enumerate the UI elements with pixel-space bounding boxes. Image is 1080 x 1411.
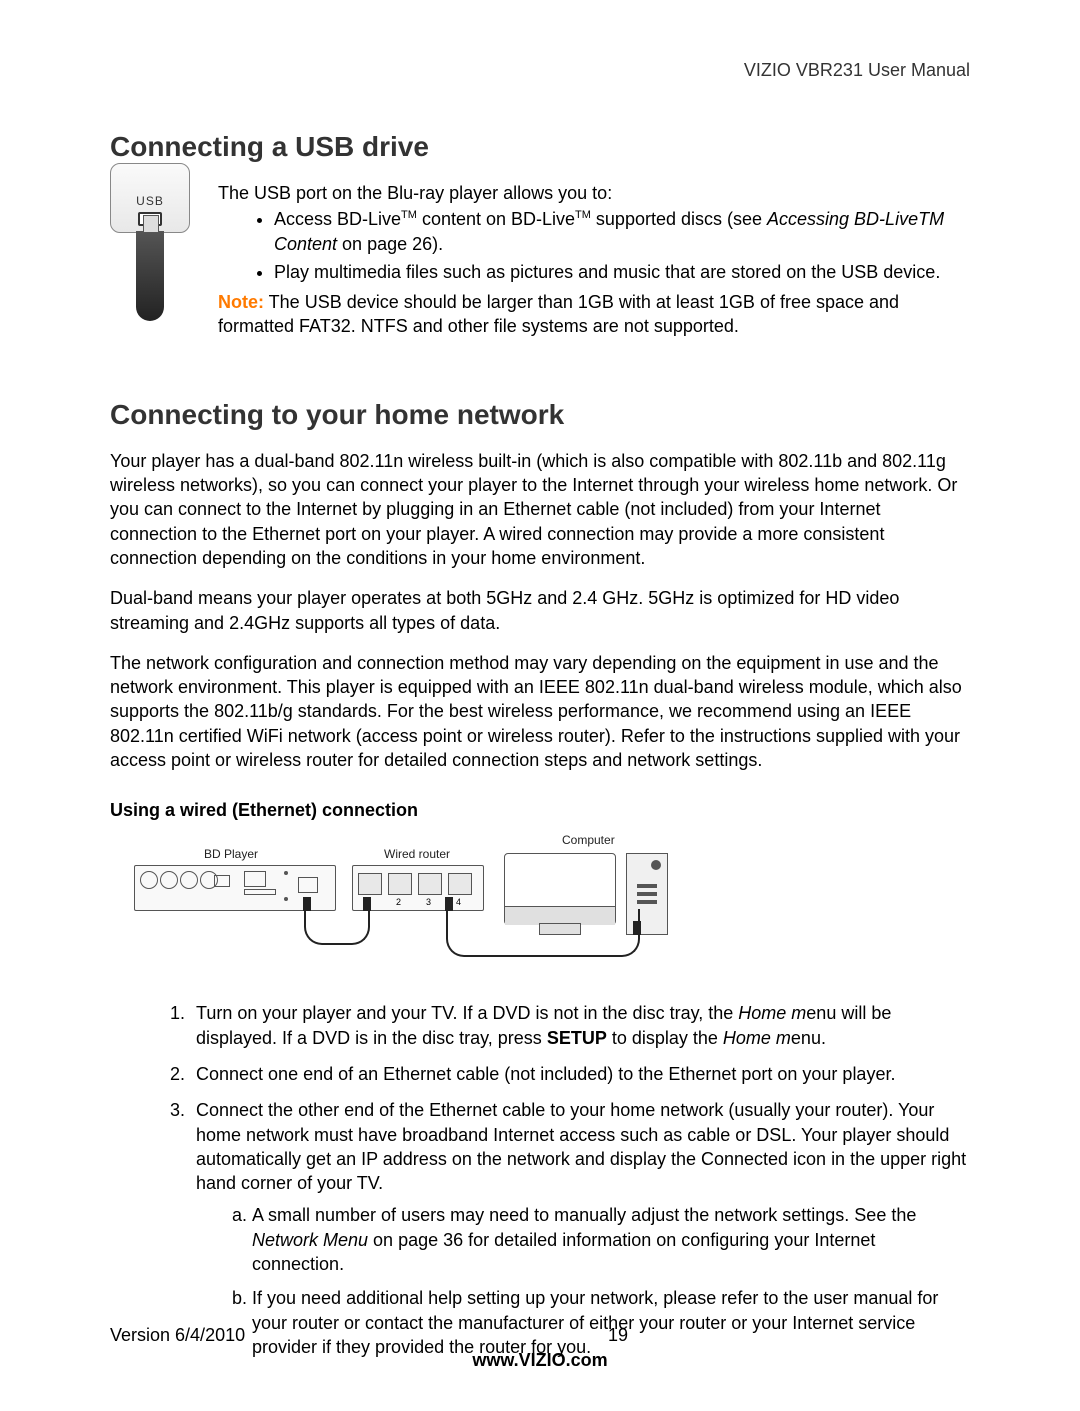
text: to display the bbox=[607, 1028, 723, 1048]
diagram-computer-label: Computer bbox=[562, 833, 615, 847]
diagram-bd-eth bbox=[298, 877, 318, 893]
footer-url: www.VIZIO.com bbox=[110, 1350, 970, 1371]
footer-version: Version 6/4/2010 bbox=[110, 1325, 392, 1346]
diagram-bd-ports bbox=[140, 871, 218, 889]
diagram-bd-hdmi bbox=[214, 875, 230, 887]
wired-diagram: BD Player Wired router Computer bbox=[134, 833, 694, 973]
usb-bullet-2: Play multimedia files such as pictures a… bbox=[274, 260, 970, 284]
tm-sup: TM bbox=[401, 209, 417, 221]
text: enu. bbox=[791, 1028, 826, 1048]
usb-bullet-list: Access BD-LiveTM content on BD-LiveTM su… bbox=[218, 207, 970, 284]
diagram-plug bbox=[633, 921, 641, 935]
step-3: Connect the other end of the Ethernet ca… bbox=[190, 1098, 970, 1359]
usb-stick-icon bbox=[136, 231, 164, 321]
router-port bbox=[448, 873, 472, 895]
footer-page-number: 19 bbox=[608, 1325, 688, 1346]
wired-steps: Turn on your player and your TV. If a DV… bbox=[110, 1001, 970, 1359]
usb-section: USB The USB port on the Blu-ray player a… bbox=[110, 181, 970, 339]
italic: Home m bbox=[738, 1003, 806, 1023]
diagram-cable-1 bbox=[304, 909, 370, 945]
network-p2: Dual-band means your player operates at … bbox=[110, 586, 970, 635]
italic: Home m bbox=[723, 1028, 791, 1048]
note-text: The USB device should be larger than 1GB… bbox=[218, 292, 899, 336]
network-p1: Your player has a dual-band 802.11n wire… bbox=[110, 449, 970, 570]
text: on page 26). bbox=[337, 234, 443, 254]
router-port bbox=[358, 873, 382, 895]
footer: Version 6/4/2010 19 www.VIZIO.com bbox=[110, 1325, 970, 1371]
diagram-bd-label: BD Player bbox=[204, 847, 258, 861]
page: VIZIO VBR231 User Manual Connecting a US… bbox=[0, 0, 1080, 1411]
tm-sup: TM bbox=[575, 209, 591, 221]
network-heading: Connecting to your home network bbox=[110, 399, 970, 431]
wired-heading: Using a wired (Ethernet) connection bbox=[110, 800, 970, 821]
diagram-router-label: Wired router bbox=[384, 847, 450, 861]
router-port bbox=[418, 873, 442, 895]
usb-heading: Connecting a USB drive bbox=[110, 131, 970, 163]
diagram-cable-2 bbox=[446, 909, 640, 957]
text: Access BD-Live bbox=[274, 209, 401, 229]
text: A small number of users may need to manu… bbox=[252, 1205, 916, 1225]
usb-note: Note: The USB device should be larger th… bbox=[218, 290, 970, 339]
diagram-plug bbox=[445, 897, 453, 911]
usb-illustration: USB bbox=[110, 163, 190, 321]
diagram-plug bbox=[303, 897, 311, 911]
usb-panel-label: USB bbox=[136, 194, 164, 208]
text: supported discs (see bbox=[591, 209, 767, 229]
footer-row: Version 6/4/2010 19 bbox=[110, 1325, 970, 1346]
router-port bbox=[388, 873, 412, 895]
italic: Network Menu bbox=[252, 1230, 368, 1250]
diagram-router-ports bbox=[358, 873, 472, 895]
text: Turn on your player and your TV. If a DV… bbox=[196, 1003, 738, 1023]
usb-text: The USB port on the Blu-ray player allow… bbox=[218, 181, 970, 339]
text: content on BD-Live bbox=[417, 209, 575, 229]
note-label: Note: bbox=[218, 292, 264, 312]
bold: SETUP bbox=[547, 1028, 607, 1048]
header-title: VIZIO VBR231 User Manual bbox=[110, 60, 970, 81]
diagram-bd-strip bbox=[244, 889, 276, 895]
step-1: Turn on your player and your TV. If a DV… bbox=[190, 1001, 970, 1050]
network-section: Connecting to your home network Your pla… bbox=[110, 399, 970, 1359]
usb-intro: The USB port on the Blu-ray player allow… bbox=[218, 181, 970, 205]
diagram-bd-panel bbox=[244, 871, 266, 887]
usb-bullet-1: Access BD-LiveTM content on BD-LiveTM su… bbox=[274, 207, 970, 256]
step-3a: A small number of users may need to manu… bbox=[252, 1203, 970, 1276]
diagram-plug bbox=[363, 897, 371, 911]
step-2: Connect one end of an Ethernet cable (no… bbox=[190, 1062, 970, 1086]
network-p3: The network configuration and connection… bbox=[110, 651, 970, 772]
text: Connect the other end of the Ethernet ca… bbox=[196, 1100, 966, 1193]
